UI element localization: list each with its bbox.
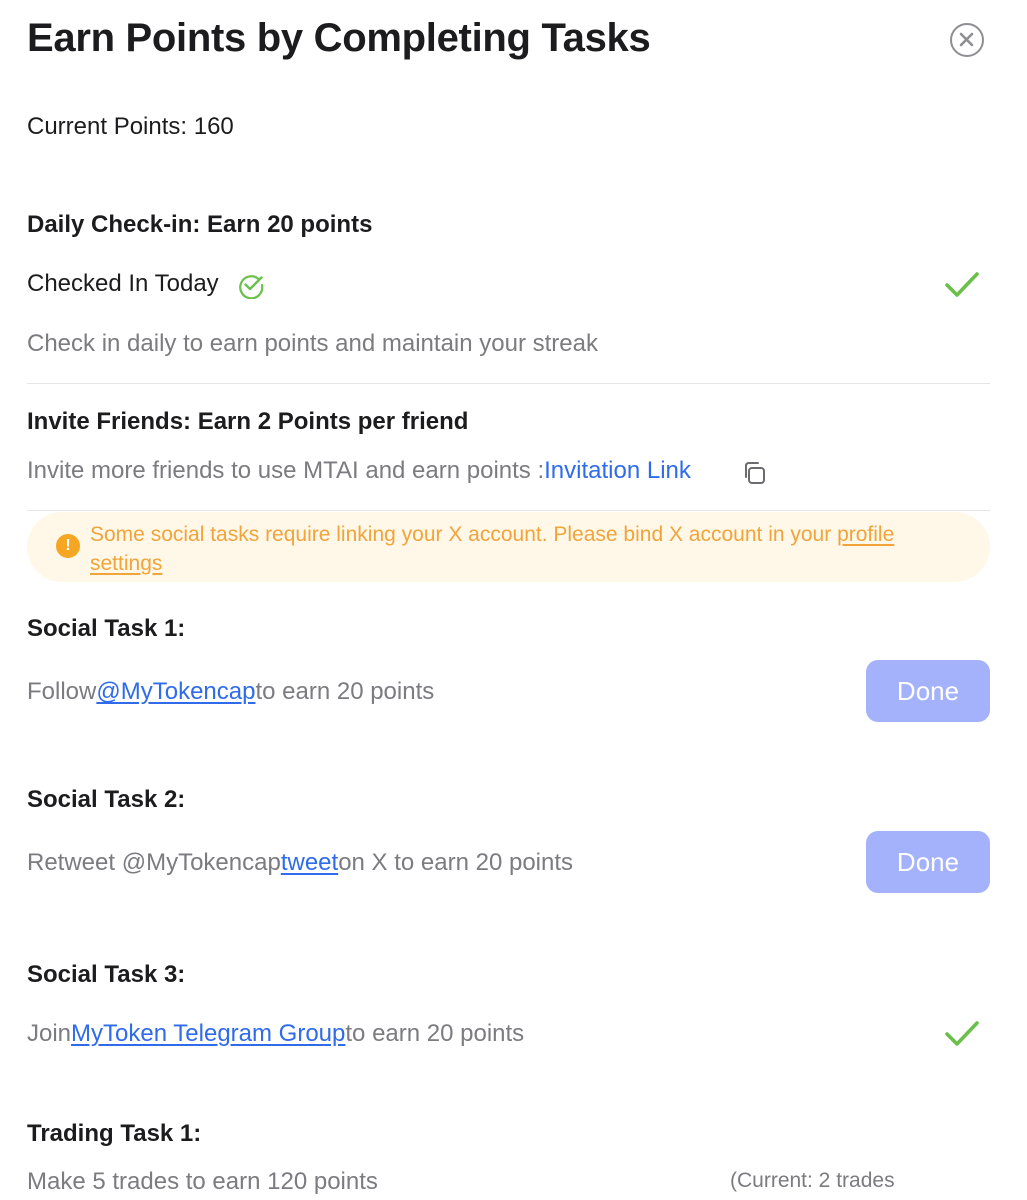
invitation-link[interactable]: Invitation Link	[544, 457, 691, 484]
trading-task-1-text: Make 5 trades to earn 120 points	[27, 1168, 378, 1195]
checkin-status: Checked In Today	[27, 270, 219, 298]
social-task-3-text: JoinMyToken Telegram Groupto earn 20 poi…	[27, 1020, 524, 1048]
page-title: Earn Points by Completing Tasks	[27, 16, 651, 60]
social-task-2-suffix: on X to earn 20 points	[338, 849, 574, 876]
divider	[27, 383, 990, 384]
social-task-1-done-button[interactable]: Done	[866, 660, 990, 722]
telegram-group-link[interactable]: MyToken Telegram Group	[71, 1020, 345, 1047]
social-task-1-heading: Social Task 1:	[27, 615, 186, 642]
copy-icon[interactable]	[741, 459, 769, 487]
social-task-2-text: Retweet @MyTokencaptweeton X to earn 20 …	[27, 849, 573, 877]
check-circle-icon	[239, 275, 264, 299]
x-account-notice: ! Some social tasks require linking your…	[27, 512, 990, 582]
warning-icon: !	[56, 534, 80, 558]
tweet-link[interactable]: tweet	[281, 849, 338, 876]
divider	[27, 510, 990, 511]
close-icon[interactable]	[950, 23, 984, 57]
invite-text-row: Invite more friends to use MTAI and earn…	[27, 457, 691, 485]
social-task-1-text: Follow@MyTokencapto earn 20 points	[27, 678, 434, 706]
notice-text: Some social tasks require linking your X…	[90, 523, 838, 546]
invite-friends-heading: Invite Friends: Earn 2 Points per friend	[27, 408, 469, 435]
checkmark-icon	[945, 272, 979, 297]
social-task-3-heading: Social Task 3:	[27, 961, 186, 988]
checkin-status-label: Checked In Today	[27, 270, 219, 297]
social-task-1-suffix: to earn 20 points	[255, 678, 435, 705]
social-task-2-prefix: Retweet @MyTokencap	[27, 849, 281, 876]
notice-text-block: Some social tasks require linking your X…	[90, 520, 970, 578]
trading-progress: (Current: 2 trades	[730, 1169, 895, 1192]
social-task-1-prefix: Follow	[27, 678, 97, 705]
social-task-3-prefix: Join	[27, 1020, 72, 1047]
mytokencap-link[interactable]: @MyTokencap	[96, 678, 255, 705]
daily-checkin-heading: Daily Check-in: Earn 20 points	[27, 211, 373, 238]
social-task-2-heading: Social Task 2:	[27, 786, 186, 813]
social-task-2-done-button[interactable]: Done	[866, 831, 990, 893]
checkmark-icon	[945, 1021, 979, 1046]
trading-task-1-heading: Trading Task 1:	[27, 1120, 202, 1147]
social-task-3-suffix: to earn 20 points	[345, 1020, 525, 1047]
checkin-description: Check in daily to earn points and mainta…	[27, 330, 598, 357]
current-points: Current Points: 160	[27, 113, 234, 140]
invite-text: Invite more friends to use MTAI and earn…	[27, 457, 545, 484]
